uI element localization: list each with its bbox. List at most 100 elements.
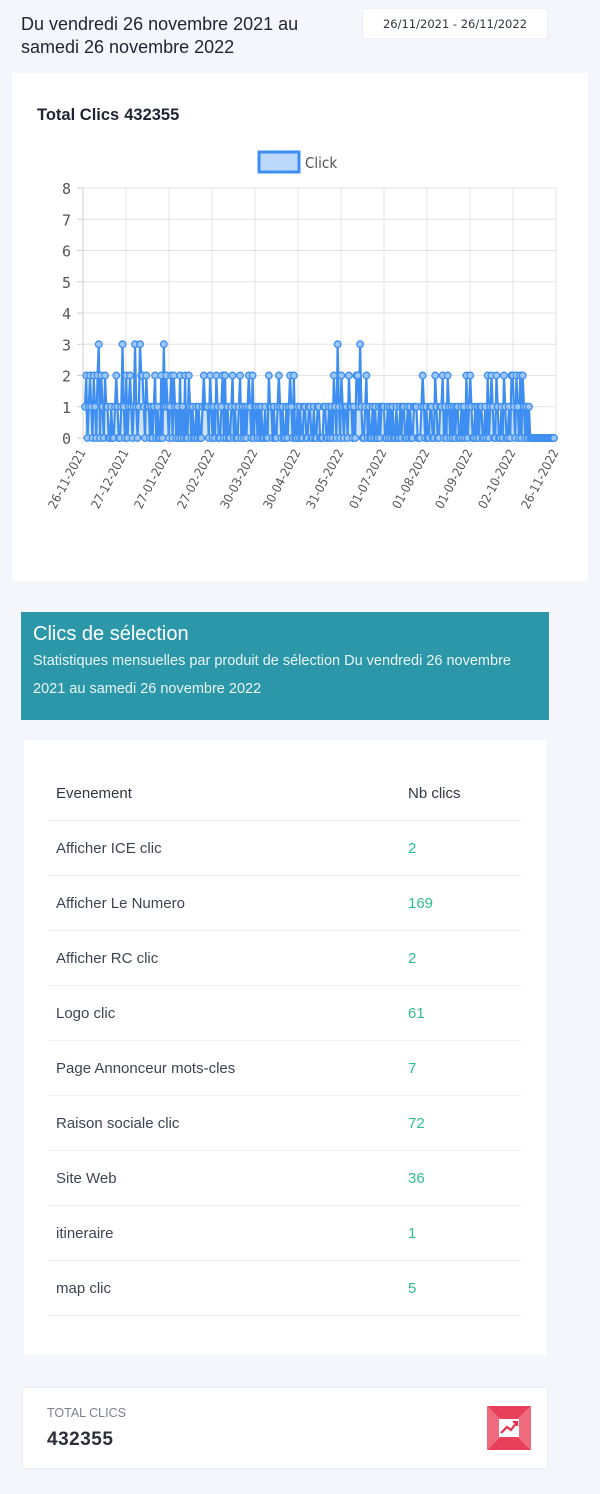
event-clicks: 72 bbox=[408, 1115, 425, 1132]
total-clicks-value: 432355 bbox=[47, 1429, 114, 1450]
x-tick-label: 01-09-2022 bbox=[432, 446, 476, 511]
event-clicks: 1 bbox=[408, 1225, 417, 1242]
event-name: Raison sociale clic bbox=[56, 1115, 180, 1132]
banner-title: Clics de sélection bbox=[33, 623, 189, 645]
data-point bbox=[356, 340, 365, 349]
event-name: Afficher ICE clic bbox=[56, 840, 162, 857]
data-point bbox=[418, 371, 427, 380]
data-point bbox=[136, 340, 144, 349]
data-point bbox=[197, 434, 206, 442]
data-point bbox=[550, 434, 558, 442]
data-point bbox=[329, 371, 338, 380]
x-tick-label: 31-05-2022 bbox=[303, 446, 347, 511]
data-point bbox=[199, 371, 208, 380]
table-row: Site Web 36 bbox=[48, 1151, 521, 1206]
data-point bbox=[221, 371, 230, 380]
data-point bbox=[492, 371, 501, 380]
data-point bbox=[443, 371, 452, 380]
event-clicks: 7 bbox=[408, 1060, 417, 1077]
table-row: Raison sociale clic 72 bbox=[48, 1096, 521, 1151]
data-point bbox=[466, 371, 475, 380]
table-row: map clic 5 bbox=[48, 1261, 521, 1316]
x-tick-label: 26-11-2022 bbox=[518, 446, 562, 511]
x-tick-label: 30-04-2022 bbox=[260, 446, 304, 511]
data-point bbox=[351, 434, 360, 442]
event-clicks: 2 bbox=[408, 950, 417, 967]
chart-up-icon bbox=[486, 1405, 532, 1451]
event-clicks: 5 bbox=[408, 1280, 417, 1297]
y-tick-label: 7 bbox=[62, 211, 71, 229]
table-row: Afficher RC clic 2 bbox=[48, 931, 521, 986]
data-point bbox=[518, 371, 527, 380]
data-point bbox=[184, 371, 193, 380]
data-point bbox=[228, 371, 237, 380]
series-line bbox=[83, 344, 554, 440]
event-name: Logo clic bbox=[56, 1005, 116, 1022]
data-point bbox=[91, 402, 99, 411]
data-point bbox=[236, 371, 245, 380]
legend-label: Click bbox=[305, 154, 337, 172]
banner-subtitle: Statistiques mensuelles par produit de s… bbox=[33, 653, 511, 697]
y-tick-label: 2 bbox=[62, 368, 71, 386]
table-row: Afficher Le Numero 169 bbox=[48, 876, 521, 931]
table-row: itineraire 1 bbox=[48, 1206, 521, 1261]
data-point bbox=[142, 371, 151, 380]
event-name: Site Web bbox=[56, 1170, 117, 1187]
data-point bbox=[289, 371, 298, 380]
data-point bbox=[133, 434, 142, 442]
x-tick-label: 27-12-2021 bbox=[88, 446, 132, 511]
event-clicks: 169 bbox=[408, 895, 434, 912]
data-point bbox=[333, 340, 342, 349]
table-row: Page Annonceur mots-cles 7 bbox=[48, 1041, 521, 1096]
data-point bbox=[264, 371, 273, 380]
event-clicks: 61 bbox=[408, 1005, 425, 1022]
data-point bbox=[118, 340, 127, 349]
event-clicks: 2 bbox=[408, 840, 417, 857]
total-clicks-label: TOTAL CLICS bbox=[47, 1406, 126, 1420]
y-tick-label: 3 bbox=[62, 336, 71, 354]
y-tick-label: 0 bbox=[62, 430, 71, 448]
column-header-clicks: Nb clics bbox=[408, 785, 461, 802]
data-point bbox=[431, 371, 440, 380]
events-table: Evenement Nb clics Afficher ICE clic 2 Aff… bbox=[48, 766, 521, 1316]
event-name: Afficher RC clic bbox=[56, 950, 159, 967]
data-point bbox=[178, 402, 187, 411]
data-point bbox=[353, 371, 362, 380]
y-tick-label: 8 bbox=[62, 180, 71, 198]
data-point bbox=[153, 402, 162, 411]
data-point bbox=[126, 371, 134, 380]
x-tick-label: 01-07-2022 bbox=[346, 446, 390, 511]
legend-swatch bbox=[257, 150, 301, 174]
selection-banner: Clics de sélection Statistiques mensuell… bbox=[21, 612, 549, 720]
data-point bbox=[94, 340, 103, 349]
data-point bbox=[500, 371, 508, 380]
x-tick-label: 02-10-2022 bbox=[475, 446, 519, 511]
data-point bbox=[362, 371, 371, 380]
table-header-row: Evenement Nb clics bbox=[48, 766, 521, 821]
data-point bbox=[525, 402, 533, 411]
x-tick-label: 26-11-2021 bbox=[45, 446, 89, 511]
table-row: Afficher ICE clic 2 bbox=[48, 821, 521, 876]
event-name: Page Annonceur mots-cles bbox=[56, 1060, 236, 1077]
total-clicks-card: TOTAL CLICS 432355 bbox=[22, 1387, 548, 1469]
y-tick-label: 5 bbox=[62, 274, 71, 292]
chart-card: Total Clics 432355 0 1 2 3 4 5 6 7 8 26-11-2021 27-… bbox=[12, 73, 588, 581]
y-tick-label: 1 bbox=[62, 399, 71, 417]
clicks-line-chart: 01234567826-11-2021 27-12-2021 27-01-2022 2… bbox=[45, 150, 562, 511]
data-point bbox=[101, 371, 109, 380]
event-clicks: 36 bbox=[408, 1170, 425, 1187]
x-tick-label: 27-01-2022 bbox=[131, 446, 175, 511]
y-tick-label: 6 bbox=[62, 243, 71, 261]
data-point bbox=[344, 371, 353, 380]
page-title: Du vendredi 26 novembre 2021 au samedi 2… bbox=[21, 14, 299, 57]
event-name: Afficher Le Numero bbox=[56, 895, 185, 912]
data-point bbox=[248, 371, 257, 380]
x-tick-label: 01-08-2022 bbox=[389, 446, 433, 511]
data-point bbox=[159, 340, 168, 349]
data-point bbox=[274, 371, 283, 380]
date-range-input[interactable]: 26/11/2021 - 26/11/2022 bbox=[362, 8, 548, 39]
events-table-card: Evenement Nb clics Afficher ICE clic 2 Aff… bbox=[24, 740, 546, 1355]
data-point bbox=[112, 371, 121, 380]
event-name: map clic bbox=[56, 1280, 112, 1297]
column-header-event: Evenement bbox=[56, 785, 132, 802]
